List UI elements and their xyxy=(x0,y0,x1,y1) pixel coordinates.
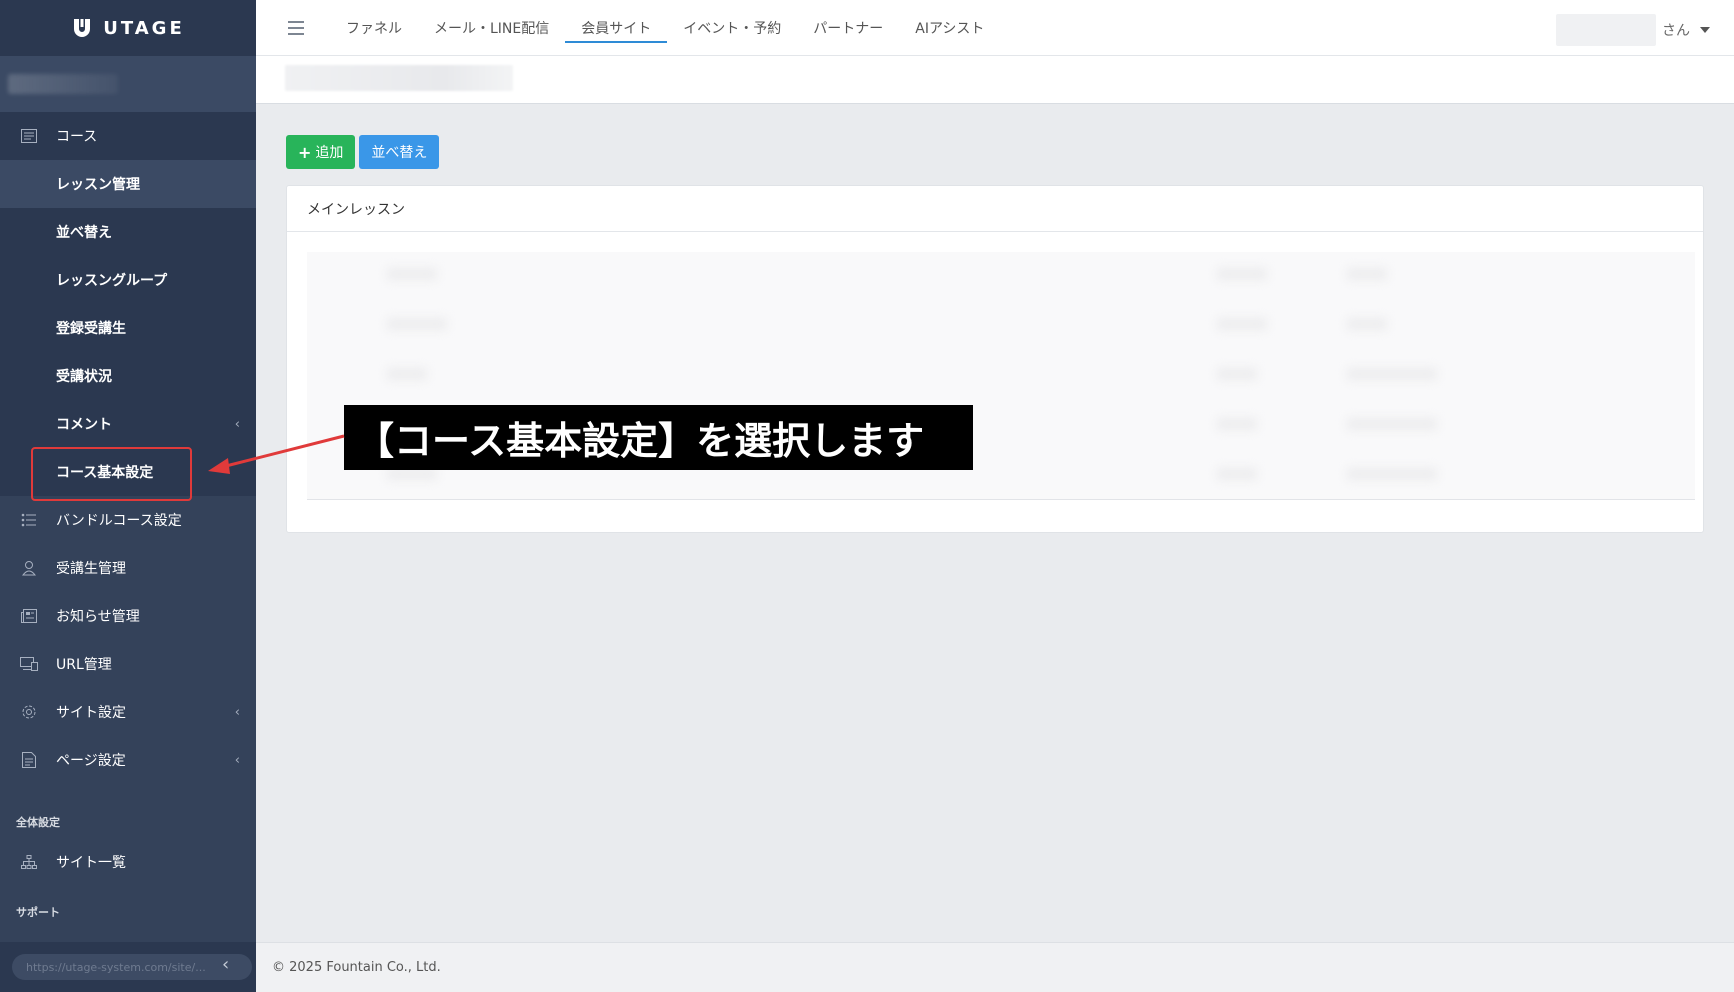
submenu-registered-students[interactable]: 登録受講生 xyxy=(0,304,256,352)
sidebar-item-label: URL管理 xyxy=(56,657,112,673)
submenu-comments[interactable]: コメント ‹ xyxy=(0,400,256,448)
tab-ai-assist[interactable]: AIアシスト xyxy=(899,0,1000,56)
news-icon xyxy=(20,607,38,625)
sidebar-item-label: サイト一覧 xyxy=(56,855,126,871)
table-row xyxy=(307,364,1695,384)
sidebar-nav: コース xyxy=(0,112,256,160)
list-icon xyxy=(20,511,38,529)
chevron-left-icon: ‹ xyxy=(234,704,240,720)
submenu-lesson-group[interactable]: レッスングループ xyxy=(0,256,256,304)
sidebar-item-label: 受講生管理 xyxy=(56,561,126,577)
user-name-redacted xyxy=(1556,14,1656,46)
brand[interactable]: UTAGE xyxy=(0,0,256,56)
sidebar-nav-global: サイト一覧 xyxy=(0,838,256,886)
sidebar-item-site-list[interactable]: サイト一覧 xyxy=(0,838,256,886)
caret-down-icon xyxy=(1700,27,1710,33)
sidebar-item-label: ページ設定 xyxy=(56,753,126,769)
sidebar-item-students[interactable]: 受講生管理 xyxy=(0,544,256,592)
tab-mail-line[interactable]: メール・LINE配信 xyxy=(418,0,565,56)
footer: © 2025 Fountain Co., Ltd. xyxy=(256,942,1734,992)
page-icon xyxy=(20,751,38,769)
user-menu[interactable]: さん xyxy=(1556,14,1710,46)
submenu-sort[interactable]: 並べ替え xyxy=(0,208,256,256)
collapse-sidebar-icon[interactable]: ‹ xyxy=(222,954,229,975)
top-navbar: ファネル メール・LINE配信 会員サイト イベント・予約 パートナー AIアシ… xyxy=(256,0,1734,56)
site-name-redacted xyxy=(8,74,118,94)
user-suffix: さん xyxy=(1662,23,1690,39)
course-icon xyxy=(20,127,38,145)
tab-partner[interactable]: パートナー xyxy=(797,0,899,56)
table-row xyxy=(307,264,1695,284)
section-heading-global: 全体設定 xyxy=(16,816,60,829)
sidebar: UTAGE コース レッスン管理 並べ替え レッスングループ 登録受講生 受講状… xyxy=(0,0,256,992)
sitemap-icon xyxy=(20,853,38,871)
sidebar-item-site-settings[interactable]: サイト設定 ‹ xyxy=(0,688,256,736)
sidebar-item-bundle-course[interactable]: バンドルコース設定 xyxy=(0,496,256,544)
course-submenu: レッスン管理 並べ替え レッスングループ 登録受講生 受講状況 コメント ‹ コー… xyxy=(0,160,256,501)
copyright-text: © 2025 Fountain Co., Ltd. xyxy=(272,960,441,975)
main-tabs: ファネル メール・LINE配信 会員サイト イベント・予約 パートナー AIアシ… xyxy=(330,0,1000,56)
sidebar-item-url[interactable]: URL管理 xyxy=(0,640,256,688)
status-url: https://utage-system.com/site/... xyxy=(12,954,252,980)
section-heading-support: サポート xyxy=(16,906,60,919)
gear-icon xyxy=(20,703,38,721)
annotation-callout: 【コース基本設定】を選択します xyxy=(344,405,973,470)
action-buttons: + 追加 並べ替え xyxy=(286,135,440,169)
card-title: メインレッスン xyxy=(287,186,1703,232)
utage-logo-icon xyxy=(74,19,91,37)
sidebar-item-label: お知らせ管理 xyxy=(56,609,140,625)
submenu-label: 登録受講生 xyxy=(56,321,126,337)
add-button-label: 追加 xyxy=(315,145,344,161)
submenu-label: 受講状況 xyxy=(56,369,112,385)
page-title-redacted xyxy=(285,65,513,91)
submenu-label: コース基本設定 xyxy=(56,465,154,481)
submenu-progress[interactable]: 受講状況 xyxy=(0,352,256,400)
sidebar-item-label: コース xyxy=(56,129,98,145)
user-icon xyxy=(20,559,38,577)
hamburger-menu-icon[interactable] xyxy=(288,20,304,35)
page-title-bar xyxy=(256,56,1734,104)
submenu-label: 並べ替え xyxy=(56,225,112,241)
submenu-label: レッスングループ xyxy=(56,273,168,289)
submenu-label: レッスン管理 xyxy=(56,177,140,193)
sidebar-item-label: サイト設定 xyxy=(56,705,126,721)
sidebar-nav-secondary: バンドルコース設定 受講生管理 お知らせ管理 URL管理 サイト設定 ‹ ページ… xyxy=(0,496,256,784)
submenu-course-basic-settings[interactable]: コース基本設定 xyxy=(0,447,256,501)
sort-button[interactable]: 並べ替え xyxy=(359,135,440,169)
sort-button-label: 並べ替え xyxy=(371,145,428,161)
chevron-left-icon: ‹ xyxy=(234,752,240,768)
main-lesson-card: メインレッスン xyxy=(286,185,1704,533)
plus-icon: + xyxy=(298,142,312,162)
tab-event-reservation[interactable]: イベント・予約 xyxy=(667,0,797,56)
submenu-label: コメント xyxy=(56,417,112,433)
tab-funnel[interactable]: ファネル xyxy=(330,0,418,56)
submenu-lesson-management[interactable]: レッスン管理 xyxy=(0,160,256,208)
tab-member-site[interactable]: 会員サイト xyxy=(565,0,668,56)
add-button[interactable]: + 追加 xyxy=(286,135,356,169)
sidebar-footer: https://utage-system.com/site/... ‹ xyxy=(0,942,256,992)
sidebar-item-label: バンドルコース設定 xyxy=(56,513,182,529)
table-row xyxy=(307,314,1695,334)
chevron-left-icon: ‹ xyxy=(234,416,240,432)
sidebar-item-news[interactable]: お知らせ管理 xyxy=(0,592,256,640)
sidebar-item-page-settings[interactable]: ページ設定 ‹ xyxy=(0,736,256,784)
sidebar-item-course[interactable]: コース xyxy=(0,112,256,160)
devices-icon xyxy=(20,655,38,673)
brand-name: UTAGE xyxy=(103,17,185,39)
site-name[interactable] xyxy=(0,56,256,112)
